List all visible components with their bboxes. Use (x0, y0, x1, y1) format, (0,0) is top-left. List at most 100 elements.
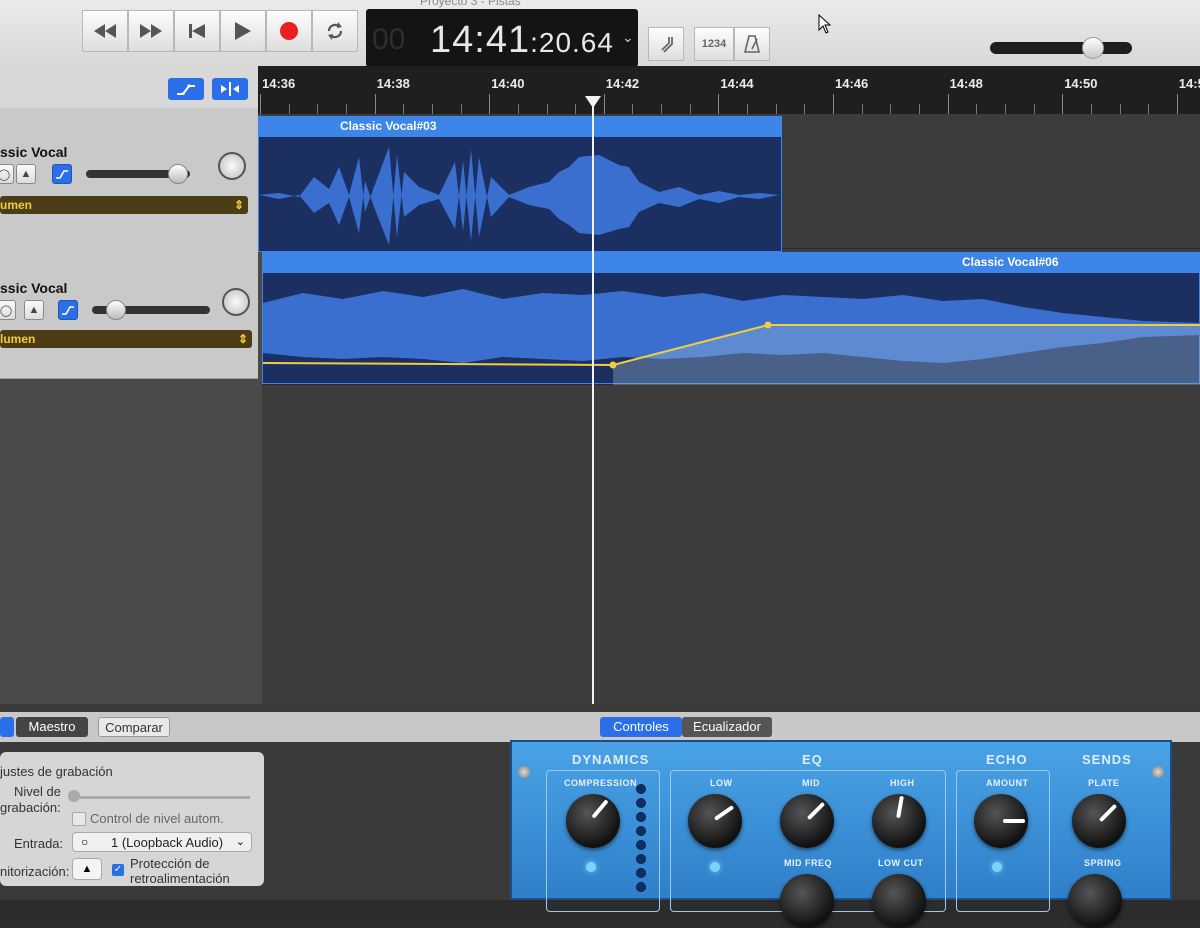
knob-indicator (1098, 803, 1118, 823)
meter-led (636, 826, 646, 836)
ruler-major-tick (374, 94, 376, 114)
go-to-start-button[interactable] (174, 10, 220, 52)
ruler-minor-tick (747, 104, 749, 114)
knob-indicator (1003, 819, 1025, 823)
ruler-minor-tick (890, 104, 892, 114)
sends-spring-knob[interactable] (1068, 874, 1122, 928)
catch-playhead-button[interactable] (212, 78, 248, 100)
chevron-down-icon[interactable]: ⌄ (622, 29, 634, 46)
region-name: Classic Vocal#06 (962, 255, 1059, 269)
ruler-minor-tick (1004, 104, 1006, 114)
track-header-1[interactable]: ssic Vocal ◯ ▲ umen ⇕ (0, 108, 258, 249)
master-volume-knob[interactable] (1082, 37, 1104, 59)
knob-indicator (713, 805, 735, 821)
track-header-2[interactable]: ssic Vocal ◯ ▲ lumen ⇕ (0, 248, 258, 379)
track-2-headphones-button[interactable]: ◯ (0, 300, 16, 320)
eq-mid-knob[interactable] (780, 794, 834, 848)
eq-high-knob[interactable] (872, 794, 926, 848)
lcd-ghost-digits: 00 (372, 23, 406, 56)
track-2-automation-select[interactable]: lumen ⇕ (0, 330, 252, 348)
headphones-icon: ◯ (0, 168, 11, 181)
auto-level-checkbox[interactable] (72, 812, 86, 826)
ruler-major-tick (1062, 94, 1064, 114)
monitoring-button[interactable]: ▲ (72, 858, 102, 880)
eq-low-cut-knob[interactable] (872, 874, 926, 928)
echo-amount-knob[interactable] (974, 794, 1028, 848)
cycle-button[interactable] (312, 10, 358, 52)
echo-power-led (992, 862, 1002, 872)
ruler-minor-tick (431, 104, 433, 114)
rewind-button[interactable] (82, 10, 128, 52)
ruler-minor-tick (403, 104, 405, 114)
ruler-minor-tick (689, 104, 691, 114)
automation-icon (62, 306, 74, 315)
track-1-headphones-button[interactable]: ◯ (0, 164, 14, 184)
tuner-button[interactable] (648, 27, 684, 61)
track-2-monitor-button[interactable]: ▲ (24, 300, 44, 320)
forward-button[interactable] (128, 10, 174, 52)
feedback-protection-label-2: retroalimentación (130, 871, 230, 886)
timeline-ruler[interactable]: 14:36 14:38 14:40 14:42 14:44 14:46 14:48 14:50… (258, 66, 1200, 114)
sends-plate-knob[interactable] (1072, 794, 1126, 848)
ruler-minor-tick (1090, 104, 1092, 114)
play-button[interactable] (220, 10, 266, 52)
input-select[interactable]: ○ 1 (Loopback Audio) ⌄ (72, 832, 252, 852)
mouse-cursor-icon (818, 14, 832, 34)
rewind-icon (94, 24, 116, 38)
recording-level-slider[interactable] (72, 796, 250, 799)
metronome-button[interactable] (734, 27, 770, 61)
lcd-display[interactable]: 00 14:41:20.64 ⌄ (366, 9, 638, 67)
monitor-icon: ▲ (20, 168, 32, 180)
ruler-minor-tick (317, 104, 319, 114)
region-classic-vocal-06[interactable]: Classic Vocal#06 (262, 252, 1200, 385)
automation-param: lumen (0, 332, 36, 346)
input-circle-icon: ○ (81, 835, 89, 849)
track-1-monitor-button[interactable]: ▲ (16, 164, 36, 184)
screw-icon (1152, 766, 1164, 778)
meter-led (636, 840, 646, 850)
region-waveform (262, 272, 1200, 385)
monitor-icon: ▲ (81, 863, 93, 875)
recording-level-knob[interactable] (68, 790, 80, 802)
track-1-pan-knob[interactable] (218, 152, 246, 180)
track-2-pan-knob[interactable] (222, 288, 250, 316)
meter-led (636, 798, 646, 808)
track-name-1: ssic Vocal (0, 144, 68, 160)
track-2-volume-knob[interactable] (106, 300, 126, 320)
track-1-volume-knob[interactable] (168, 164, 188, 184)
record-icon (280, 22, 298, 40)
region-header: Classic Vocal#03 (258, 116, 782, 136)
automation-icon (56, 170, 68, 179)
playhead-handle[interactable] (585, 96, 601, 108)
track-1-automation-select[interactable]: umen ⇕ (0, 196, 248, 214)
compression-knob[interactable] (566, 794, 620, 848)
echo-title: ECHO (986, 752, 1028, 767)
equalizer-tab[interactable]: Ecualizador (682, 717, 772, 737)
compare-button[interactable]: Comparar (98, 717, 170, 737)
track-2-automation-button[interactable] (58, 300, 78, 320)
ruler-minor-tick (517, 104, 519, 114)
spring-label: SPRING (1084, 858, 1122, 868)
track-1-automation-button[interactable] (52, 164, 72, 184)
high-label: HIGH (890, 778, 915, 788)
record-button[interactable] (266, 10, 312, 52)
controls-tab[interactable]: Controles (600, 717, 682, 737)
meter-led (636, 784, 646, 794)
region-classic-vocal-03[interactable]: Classic Vocal#03 (258, 116, 782, 252)
playhead[interactable] (592, 98, 594, 704)
eq-mid-freq-knob[interactable] (780, 874, 834, 928)
track-tab[interactable] (0, 717, 14, 737)
ruler-major-tick (260, 94, 261, 114)
automation-toggle-button[interactable] (168, 78, 204, 100)
eq-power-led (710, 862, 720, 872)
feedback-protection-checkbox[interactable]: ✓ (112, 864, 124, 876)
amount-label: AMOUNT (986, 778, 1029, 788)
meter-led (636, 812, 646, 822)
sends-title: SENDS (1082, 752, 1132, 767)
master-volume-slider[interactable] (990, 42, 1132, 54)
meter-led (636, 868, 646, 878)
eq-low-knob[interactable] (688, 794, 742, 848)
count-in-button[interactable]: 1234 (694, 27, 734, 61)
master-tab[interactable]: Maestro (16, 717, 88, 737)
ruler-major-tick (1176, 94, 1178, 114)
